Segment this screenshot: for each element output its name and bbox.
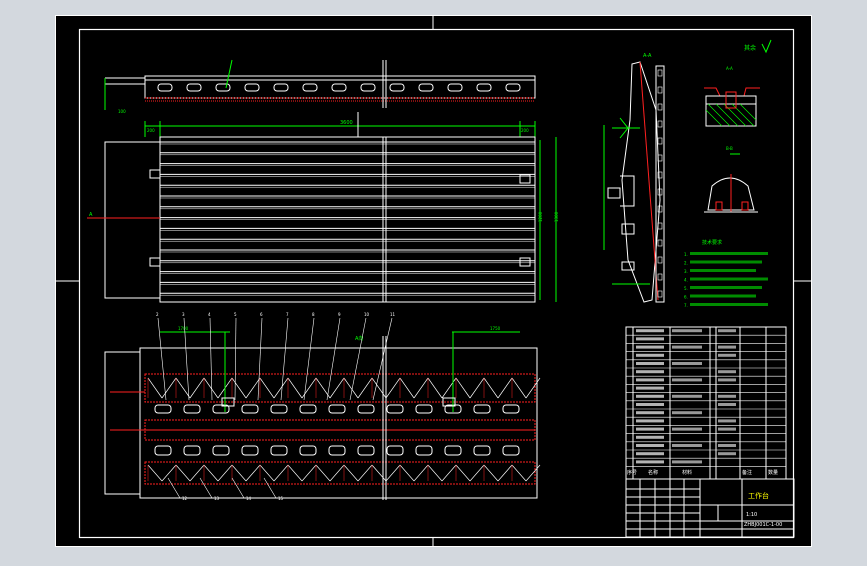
bom-row-code xyxy=(636,329,664,333)
dim-elev-left: 1700 xyxy=(178,326,189,331)
bom-row-material xyxy=(718,444,736,447)
bom-row-name xyxy=(672,411,702,415)
title-scale: 1:10 xyxy=(746,512,757,518)
dim-plan-height1: 1200 xyxy=(538,211,543,222)
dim-left-small: 100 xyxy=(118,109,126,114)
bom-row-name xyxy=(672,444,702,447)
bom-header-seq: 序号 xyxy=(627,469,637,476)
dim-elev-right: 1750 xyxy=(490,326,501,331)
drawing-number: ZHBJ001C-1-00 xyxy=(744,522,782,528)
bom-row-material xyxy=(718,427,736,431)
bom-row-code xyxy=(636,460,664,464)
bom-row-code xyxy=(636,411,664,415)
note-index: 6. xyxy=(684,295,688,300)
bom-row-code xyxy=(636,386,664,390)
bom-row-code xyxy=(636,452,664,456)
bom-header-remark: 备注 xyxy=(742,469,752,476)
roughness-label: 其余 xyxy=(744,44,756,52)
view-arrow-label: A xyxy=(89,212,93,218)
note-text-line xyxy=(690,286,762,289)
section-a-label: A-A xyxy=(643,53,652,59)
bom-row-material xyxy=(718,419,736,423)
balloon-label: 10 xyxy=(364,312,370,317)
bom-row-code xyxy=(636,427,664,431)
bom-row-code xyxy=(636,378,664,382)
bom-row-name xyxy=(672,427,702,431)
bom-row-material xyxy=(718,353,736,357)
detail-b-label: B-B xyxy=(726,146,733,151)
note-index: 7. xyxy=(684,303,688,308)
note-index: 4. xyxy=(684,278,688,283)
balloon-label: 11 xyxy=(390,312,396,317)
bom-header-material: 材料 xyxy=(682,469,692,476)
bom-row-name xyxy=(672,460,702,464)
note-index: 2. xyxy=(684,261,688,266)
bom-row-material xyxy=(718,452,736,456)
note-text-line xyxy=(690,277,768,281)
bom-row-code xyxy=(636,444,664,447)
dim-plan-length: 3600 xyxy=(340,120,353,126)
bom-row-code xyxy=(636,435,664,439)
balloon-label: 12 xyxy=(182,496,188,501)
note-index: 3. xyxy=(684,269,688,274)
bom-row-material xyxy=(718,378,736,382)
drawing-sheet xyxy=(55,15,812,547)
bom-row-name xyxy=(672,362,702,365)
bom-row-code xyxy=(636,394,664,398)
bom-row-name xyxy=(672,394,702,398)
cad-viewport[interactable]: 100 3600 200 200 A 1200 1300 1700 1750 A… xyxy=(0,0,867,562)
bom-row-code xyxy=(636,403,664,406)
note-text-line xyxy=(690,294,756,298)
bom-row-material xyxy=(718,345,736,349)
note-text-line xyxy=(690,252,768,255)
bom-header-mat2: 数量 xyxy=(768,469,778,476)
bom-row-code xyxy=(636,419,664,423)
bom-row-name xyxy=(672,329,702,333)
bom-row-code xyxy=(636,362,664,365)
note-index: 5. xyxy=(684,286,688,291)
notes-title: 技术要求 xyxy=(702,239,722,246)
note-text-line xyxy=(690,260,762,264)
balloon-label: 15 xyxy=(278,496,284,501)
bom-row-name xyxy=(672,345,702,349)
bom-header-name: 名称 xyxy=(648,469,658,476)
bom-row-material xyxy=(718,370,736,374)
note-text-line xyxy=(690,269,756,272)
bom-row-name xyxy=(672,378,702,382)
note-index: 1. xyxy=(684,252,688,257)
balloon-label: 14 xyxy=(246,496,252,501)
bom-row-code xyxy=(636,337,664,341)
dim-plan-left: 200 xyxy=(147,128,155,133)
dim-plan-height2: 1300 xyxy=(554,211,559,222)
dim-plan-right: 200 xyxy=(521,128,529,133)
bom-row-code xyxy=(636,345,664,349)
note-text-line xyxy=(690,303,768,306)
bom-row-code xyxy=(636,370,664,374)
title-name: 工作台 xyxy=(748,491,769,500)
bom-row-material xyxy=(718,394,736,398)
bom-row-material xyxy=(718,403,736,406)
bom-row-code xyxy=(636,353,664,357)
detail-a-label: A-A xyxy=(726,66,733,71)
balloon-label: 13 xyxy=(214,496,220,501)
bom-row-material xyxy=(718,329,736,333)
